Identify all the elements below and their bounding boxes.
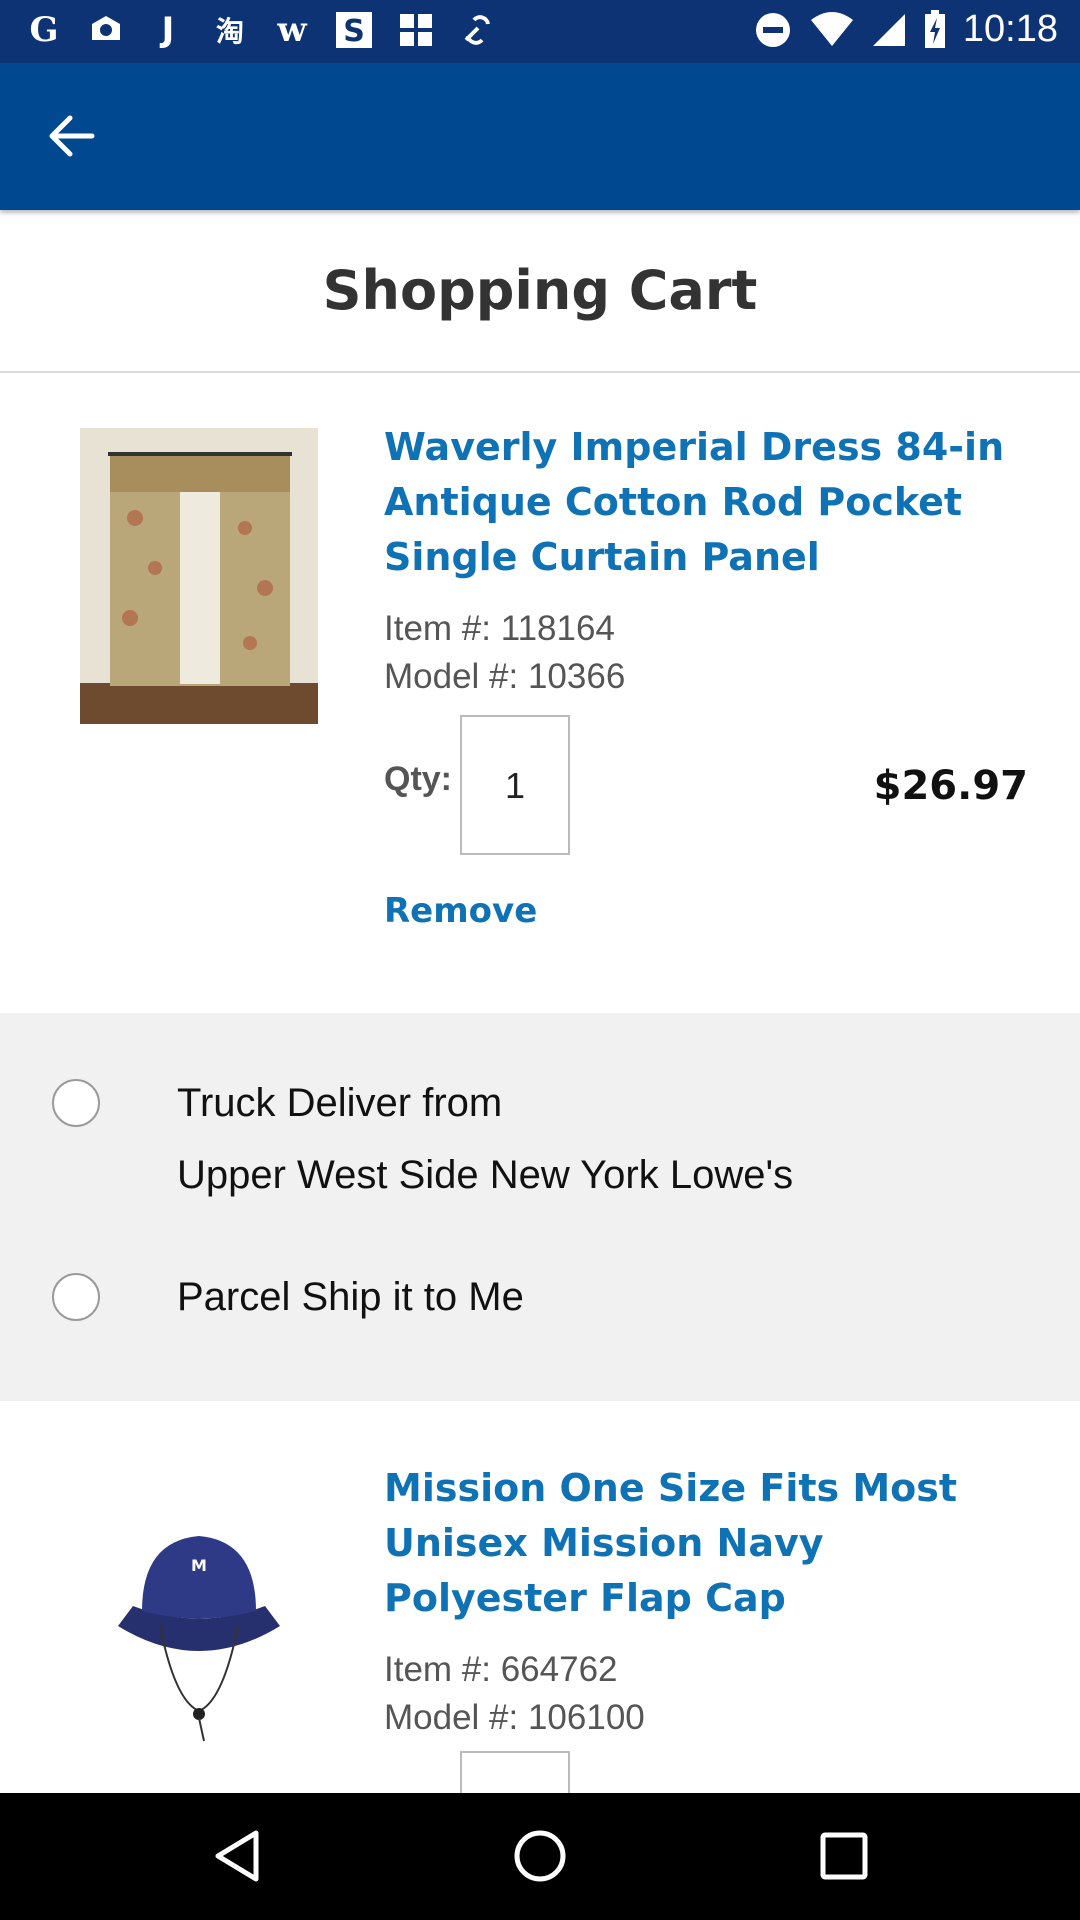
system-icons: 10:18: [753, 8, 1058, 51]
cart-item-1: Waverly Imperial Dress 84-in Antique Cot…: [0, 373, 1080, 1013]
link-icon: [456, 8, 500, 52]
do-not-disturb-icon: [755, 12, 790, 47]
taobao-icon: 淘: [215, 15, 244, 48]
svg-text:S: S: [343, 14, 365, 49]
product-name-link[interactable]: Mission One Size Fits Most Unisex Missio…: [384, 1461, 1024, 1626]
parcel-ship-radio[interactable]: [52, 1273, 100, 1321]
truck-delivery-store: Upper West Side New York Lowe's: [177, 1153, 794, 1197]
item-number: Item #: 664762: [384, 1650, 618, 1689]
system-nav-bar: [0, 1793, 1080, 1920]
wifi-icon: [810, 11, 853, 46]
battery-icon: [924, 9, 945, 48]
page-title: Shopping Cart: [0, 210, 1080, 373]
remove-button[interactable]: Remove: [384, 891, 537, 931]
w-icon: w: [277, 10, 307, 50]
model-number: Model #: 106100: [384, 1698, 645, 1737]
recents-square-icon[interactable]: [809, 1823, 879, 1889]
notification-icons: G J 淘 w S: [22, 8, 500, 52]
truck-delivery-line1: Truck Deliver from: [177, 1081, 503, 1125]
truck-delivery-radio[interactable]: [52, 1079, 100, 1127]
navy-bucket-hat-image[interactable]: M: [80, 1456, 318, 1752]
camera-icon: [84, 8, 128, 52]
back-triangle-icon[interactable]: [204, 1823, 274, 1889]
arrow-left-icon[interactable]: [40, 108, 106, 164]
status-time: 10:18: [962, 8, 1058, 50]
truck-delivery-label[interactable]: Truck Deliver from Upper West Side New Y…: [177, 1067, 793, 1211]
cart-item-2: M Mission One Size Fits Most Unisex Miss…: [0, 1401, 1080, 1793]
delivery-options: Truck Deliver from Upper West Side New Y…: [0, 1013, 1080, 1401]
j-icon: J: [161, 10, 175, 50]
item-number: Item #: 118164: [384, 609, 615, 648]
qty-input[interactable]: 1: [460, 715, 570, 855]
curtain-panel-image[interactable]: [80, 428, 318, 724]
signal-icon: [872, 13, 905, 46]
s-icon: S: [332, 8, 376, 52]
model-number: Model #: 10366: [384, 657, 626, 696]
grid-icon: [394, 8, 438, 52]
product-name-link[interactable]: Waverly Imperial Dress 84-in Antique Cot…: [384, 420, 1024, 585]
home-circle-icon[interactable]: [505, 1823, 575, 1889]
status-bar: G J 淘 w S 10:18: [0, 0, 1080, 63]
item-price: $26.97: [873, 763, 1028, 809]
svg-text:M: M: [191, 1556, 207, 1575]
parcel-ship-label[interactable]: Parcel Ship it to Me: [177, 1261, 524, 1333]
qty-input[interactable]: [460, 1751, 570, 1793]
google-icon: G: [29, 10, 59, 50]
qty-label: Qty:: [384, 760, 452, 798]
app-bar: [0, 63, 1080, 210]
